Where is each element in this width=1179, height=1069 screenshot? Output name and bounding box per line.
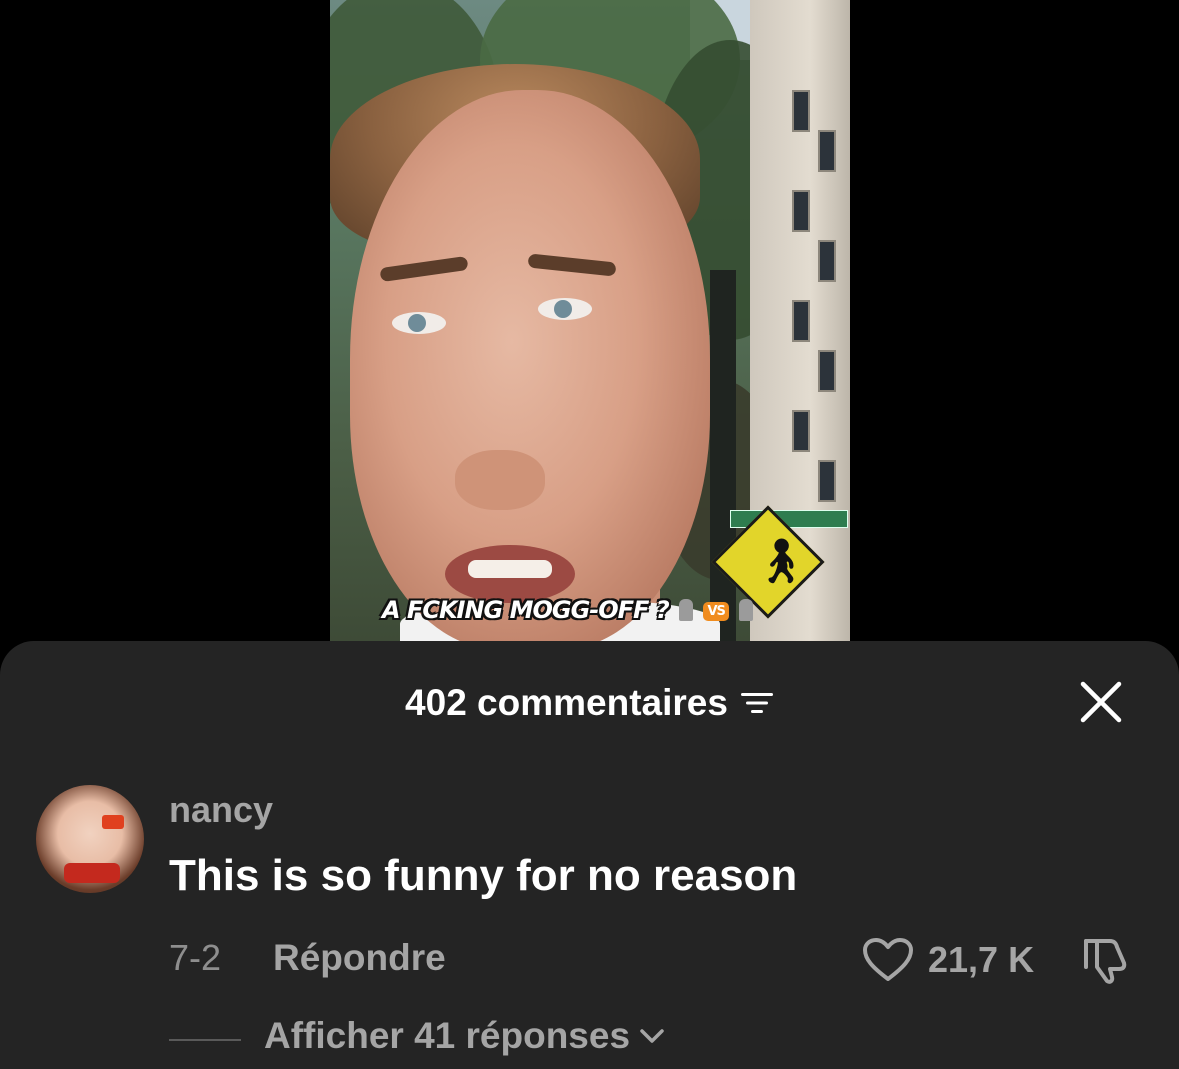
view-replies-row: Afficher 41 réponses [0, 1013, 1179, 1063]
building-window [792, 90, 810, 132]
eyebrow-right [527, 253, 617, 277]
like-button[interactable]: 21,7 K [862, 935, 1034, 985]
avatar[interactable] [36, 785, 144, 893]
view-replies-button[interactable]: Afficher 41 réponses [264, 1015, 666, 1057]
chevron-down-icon [640, 1029, 664, 1043]
building-window [818, 350, 836, 392]
comment-meta-row: 7-2 Répondre 21,7 K [0, 935, 1179, 985]
building-window [818, 460, 836, 502]
pedestrian-icon: 🚶︎ [753, 537, 809, 586]
eye-right [538, 298, 592, 320]
teeth [468, 560, 552, 578]
avatar-sticker [102, 815, 124, 829]
video-player[interactable]: 🚶︎ A FCKING MOGG-OFF ? VS [330, 0, 850, 650]
building-window [792, 300, 810, 342]
building-window [818, 240, 836, 282]
eye-left [392, 312, 446, 334]
caption-text: A FCKING MOGG-OFF ? [382, 596, 670, 624]
heart-outline-icon [863, 938, 913, 981]
avatar-scarf [64, 863, 120, 883]
moai-icon [679, 599, 694, 621]
building-window [818, 130, 836, 172]
street-pole [710, 270, 736, 650]
vs-badge: VS [703, 602, 729, 621]
replies-divider [169, 1039, 241, 1041]
eyebrow-left [379, 255, 469, 283]
moai-icon [739, 599, 754, 621]
building-window [792, 410, 810, 452]
close-icon[interactable] [1078, 679, 1124, 725]
comment-username[interactable]: nancy [169, 789, 273, 831]
person-face [350, 90, 710, 650]
building-window [792, 190, 810, 232]
comments-count-title: 402 commentaires [405, 682, 728, 723]
nose [455, 450, 545, 510]
comment-date: 7-2 [169, 937, 222, 978]
reply-button[interactable]: Répondre [273, 937, 446, 979]
view-replies-label: Afficher 41 réponses [264, 1015, 631, 1056]
comments-sheet: 402 commentaires nancy This is so funny … [0, 641, 1179, 1069]
comments-header: 402 commentaires [0, 681, 1179, 725]
thumbs-down-icon[interactable] [1080, 935, 1132, 985]
sort-filter-icon[interactable] [740, 690, 774, 716]
like-count: 21,7 K [928, 939, 1035, 980]
comment-text: This is so funny for no reason [169, 851, 798, 900]
video-caption: A FCKING MOGG-OFF ? VS [382, 596, 756, 624]
